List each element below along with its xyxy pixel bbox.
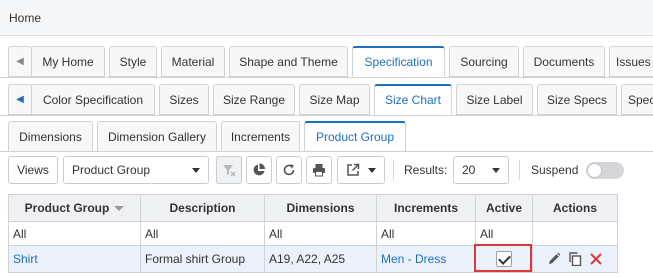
breadcrumb-home[interactable]: Home — [9, 11, 41, 25]
tab-size-chart[interactable]: Size Chart — [374, 84, 452, 115]
tab-row1-baseline — [0, 77, 653, 78]
chevron-down-icon — [368, 167, 376, 173]
main-tabs: ◀ My Home Style Material Shape and Theme… — [0, 46, 653, 78]
toolbar-divider — [393, 160, 394, 180]
filter-increments[interactable]: All — [376, 221, 476, 246]
chevron-down-icon — [492, 167, 500, 173]
tab-dimension-gallery[interactable]: Dimension Gallery — [97, 121, 217, 152]
filter-clear-icon — [223, 165, 236, 177]
suspend-label: Suspend — [531, 163, 579, 177]
toolbar-divider — [519, 160, 520, 180]
edit-icon[interactable] — [547, 252, 561, 266]
column-header-actions: Actions — [532, 194, 618, 222]
filter-row: All All All All All — [8, 221, 618, 246]
table-header-row: Product Group Description Dimensions Inc… — [8, 194, 618, 222]
filter-dimensions[interactable]: All — [264, 221, 377, 246]
results-per-page-select[interactable]: 20 — [453, 156, 509, 184]
active-cell-highlight — [474, 244, 532, 272]
filter-description[interactable]: All — [140, 221, 265, 246]
subtabs-scroll-left-icon[interactable]: ◀ — [8, 84, 32, 115]
column-header-increments[interactable]: Increments — [376, 194, 476, 222]
tab-size-range[interactable]: Size Range — [213, 84, 295, 115]
view-select[interactable]: Product Group — [63, 156, 209, 184]
column-header-description[interactable]: Description — [140, 194, 265, 222]
copy-icon[interactable] — [568, 252, 582, 267]
tab-specification[interactable]: Specification — [352, 46, 445, 77]
cell-dimensions: A19, A22, A25 — [264, 245, 377, 273]
filter-actions-empty — [532, 221, 618, 246]
suspend-toggle[interactable] — [586, 162, 624, 179]
export-icon — [347, 163, 360, 176]
tab-sizes[interactable]: Sizes — [159, 84, 209, 115]
top-bar: Home — [0, 0, 653, 36]
tab-color-specification[interactable]: Color Specification — [31, 84, 155, 115]
filter-product-group[interactable]: All — [8, 221, 141, 246]
specification-subtabs: ◀ Color Specification Sizes Size Range S… — [0, 84, 653, 116]
print-button[interactable] — [306, 156, 332, 184]
column-header-dimensions[interactable]: Dimensions — [264, 194, 377, 222]
tab-increments[interactable]: Increments — [221, 121, 300, 152]
results-label: Results: — [404, 163, 448, 177]
view-select-value: Product Group — [72, 163, 151, 177]
tab-style[interactable]: Style — [109, 46, 157, 77]
tab-product-group[interactable]: Product Group — [304, 121, 406, 152]
tab-size-label[interactable]: Size Label — [456, 84, 533, 115]
tab-documents[interactable]: Documents — [523, 46, 605, 77]
clear-filter-button[interactable] — [216, 156, 242, 184]
print-icon — [313, 164, 325, 177]
size-chart-subtabs: Dimensions Dimension Gallery Increments … — [0, 121, 653, 153]
tab-dimensions[interactable]: Dimensions — [8, 121, 93, 152]
pie-chart-icon — [253, 163, 265, 176]
cell-increments-link[interactable]: Men - Dress — [376, 245, 476, 273]
chevron-down-icon — [192, 167, 200, 173]
results-per-page-value: 20 — [462, 163, 476, 177]
cell-product-group-link[interactable]: Shirt — [8, 245, 141, 273]
column-header-active[interactable]: Active — [475, 194, 533, 222]
toggle-knob — [587, 163, 602, 178]
cell-description: Formal shirt Group — [140, 245, 265, 273]
tab-issues[interactable]: Issues — [609, 46, 653, 77]
filter-active[interactable]: All — [475, 221, 533, 246]
chart-button[interactable] — [246, 156, 272, 184]
tab-my-home[interactable]: My Home — [31, 46, 105, 77]
tab-row3-baseline — [0, 151, 653, 152]
tab-size-map[interactable]: Size Map — [299, 84, 370, 115]
column-header-product-group[interactable]: Product Group — [8, 194, 141, 222]
tabs-scroll-left-icon[interactable]: ◀ — [8, 46, 32, 77]
refresh-icon — [283, 164, 295, 176]
delete-icon[interactable] — [589, 252, 603, 266]
tab-shape-and-theme[interactable]: Shape and Theme — [229, 46, 348, 77]
tab-spec[interactable]: Spec — [621, 84, 653, 115]
tab-material[interactable]: Material — [161, 46, 225, 77]
export-button[interactable] — [337, 156, 385, 184]
grid-toolbar: Views Product Group Results: 20 Suspend — [0, 156, 653, 184]
sort-caret-icon — [114, 206, 125, 212]
views-button[interactable]: Views — [8, 156, 58, 184]
tab-row2-baseline — [0, 115, 653, 116]
tab-sourcing[interactable]: Sourcing — [449, 46, 519, 77]
cell-actions — [532, 245, 618, 273]
refresh-button[interactable] — [276, 156, 302, 184]
tab-size-specs[interactable]: Size Specs — [537, 84, 617, 115]
